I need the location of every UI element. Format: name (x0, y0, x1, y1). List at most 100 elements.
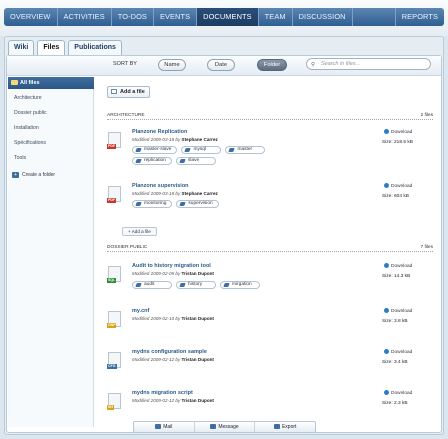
file-row: PDF Planzone Replication Modified 2009-0… (106, 129, 436, 165)
file-name-link[interactable]: Planzone supervision (132, 183, 189, 189)
tag-chip[interactable]: monitoring (132, 200, 173, 208)
nav-events[interactable]: EVENTS (154, 8, 198, 26)
add-file-label: Add a file (120, 89, 145, 95)
tag-chip[interactable]: replication (132, 157, 172, 165)
sort-date-button[interactable]: Date (207, 59, 235, 71)
footer-actions: Mail Message Export (133, 421, 316, 433)
file-name-link[interactable]: mydns migration script (132, 390, 193, 396)
sh-file-icon: SH (107, 393, 121, 410)
sort-name-button[interactable]: Name (158, 59, 186, 71)
tag-list: replication slave (132, 157, 216, 165)
search-placeholder: Search in files... (321, 61, 361, 67)
nav-todos[interactable]: TO-DOS (112, 8, 154, 26)
export-icon (273, 424, 280, 429)
plus-folder-icon: + (12, 172, 19, 178)
tag-list: monitoring supervision (132, 200, 219, 208)
section-name: ARCHITECTURE (107, 113, 145, 118)
tag-chip[interactable]: mysql (181, 146, 222, 154)
sidebar-selected-label: All files (20, 80, 40, 86)
file-meta: Modified 2009-02-12 by Tristan Dupont (132, 357, 214, 362)
nav-overview[interactable]: OVERVIEW (4, 8, 58, 26)
tag-chip[interactable]: slave (176, 157, 216, 165)
cnf-file-icon: CNF (107, 311, 121, 328)
tag-chip[interactable]: master-slave (132, 146, 178, 154)
file-size: Size: 14.3 kB (382, 274, 411, 279)
add-file-button[interactable]: Add a file (107, 86, 150, 98)
file-meta: Modified 2009-02-05 by Tristan Dupont (132, 271, 214, 276)
file-meta: Modified 2009-02-12 by Tristan Dupont (132, 398, 214, 403)
nav-team[interactable]: TEAM (259, 8, 293, 26)
file-name-link[interactable]: Planzone Replication (132, 129, 187, 135)
pdf-file-icon: PDF (107, 132, 121, 149)
file-name-link[interactable]: Audit to history migration tool (132, 263, 211, 269)
download-link[interactable]: Download (384, 349, 412, 355)
message-button[interactable]: Message (195, 422, 256, 432)
file-row: SH mydns migration script Modified 2009-… (106, 390, 436, 424)
create-folder-button[interactable]: + Create a folder (12, 172, 55, 178)
file-meta: Modified 2009-02-10 by Tristan Dupont (132, 316, 214, 321)
nav-discussion[interactable]: DISCUSSION (293, 8, 353, 26)
sort-label: SORT BY (113, 61, 137, 67)
sidebar-item-specifications[interactable]: Spécifications (14, 140, 46, 146)
tag-list: master-slave mysql master (132, 146, 266, 154)
file-row: PDF Planzone supervision Modified 2009-0… (106, 183, 436, 217)
sidebar-item-installation[interactable]: Installation (14, 125, 39, 131)
tag-chip[interactable]: audit (132, 281, 172, 289)
sql-file-icon: SQL (107, 266, 121, 283)
create-folder-label: Create a folder (22, 172, 56, 178)
file-size: Size: 3.8 kB (382, 319, 408, 324)
sidebar-item-tools[interactable]: Tools (14, 155, 26, 161)
sidebar-item-architecture[interactable]: Architecture (14, 95, 42, 101)
message-icon (210, 424, 217, 429)
section-name: DOSSIER PUBLIC (107, 245, 148, 250)
file-meta: Modified 2009-03-18 by Stephane Carrez (132, 191, 218, 196)
tab-wiki[interactable]: Wiki (8, 40, 35, 55)
download-icon (384, 308, 389, 313)
file-row: SQL Audit to history migration tool Modi… (106, 263, 436, 297)
search-input[interactable]: ⚲ Search in files... (306, 58, 431, 70)
file-row: CNF my.cnf Modified 2009-02-10 by Trista… (106, 308, 436, 342)
cfg-file-icon: CFG (107, 352, 121, 369)
tag-chip[interactable]: supervision (176, 200, 219, 208)
section-count: 2 files (420, 113, 433, 118)
download-link[interactable]: Download (384, 308, 412, 314)
sidebar-item-all-files[interactable]: All files (8, 77, 94, 89)
mail-icon (155, 424, 162, 429)
folder-icon (11, 80, 18, 85)
file-size: Size: 2.3 kB (382, 401, 408, 406)
download-link[interactable]: Download (384, 129, 412, 135)
file-name-link[interactable]: my.cnf (132, 308, 149, 314)
download-link[interactable]: Download (384, 390, 412, 396)
download-link[interactable]: Download (384, 183, 412, 189)
mail-button[interactable]: Mail (134, 422, 195, 432)
document-tabs: Wiki Files Publications (8, 40, 122, 56)
file-meta: Modified 2009-03-18 by Stephane Carrez (132, 137, 218, 142)
download-icon (384, 390, 389, 395)
nav-documents[interactable]: DOCUMENTS (197, 8, 259, 26)
file-row: CFG mydns configuration sample Modified … (106, 349, 436, 383)
sort-folder-button[interactable]: Folder (257, 59, 287, 71)
section-header: DOSSIER PUBLIC 7 files (107, 245, 433, 252)
nav-activities[interactable]: ACTIVITIES (58, 8, 112, 26)
tag-chip[interactable]: mirgation (220, 281, 260, 289)
tag-chip[interactable]: master (225, 146, 266, 154)
add-file-small-button[interactable]: + Add a file (122, 227, 157, 236)
download-icon (384, 349, 389, 354)
section-count: 7 files (420, 245, 433, 250)
pdf-file-icon: PDF (107, 186, 121, 203)
tab-publications[interactable]: Publications (68, 40, 122, 55)
tab-files[interactable]: Files (37, 40, 66, 56)
download-link[interactable]: Download (384, 263, 412, 269)
download-icon (384, 183, 389, 188)
tag-list: audit history mirgation (132, 281, 260, 289)
download-icon (384, 129, 389, 134)
export-button[interactable]: Export (255, 422, 315, 432)
section-header: ARCHITECTURE 2 files (107, 113, 433, 120)
sidebar-item-dossier-public[interactable]: Dossier public (14, 110, 47, 116)
nav-reports[interactable]: REPORTS (394, 8, 444, 26)
file-size: Size: 604 kB (382, 194, 409, 199)
search-icon: ⚲ (311, 62, 316, 68)
tag-chip[interactable]: history (176, 281, 216, 289)
file-name-link[interactable]: mydns configuration sample (132, 349, 207, 355)
file-size: Size: 218.5 kB (382, 140, 413, 145)
